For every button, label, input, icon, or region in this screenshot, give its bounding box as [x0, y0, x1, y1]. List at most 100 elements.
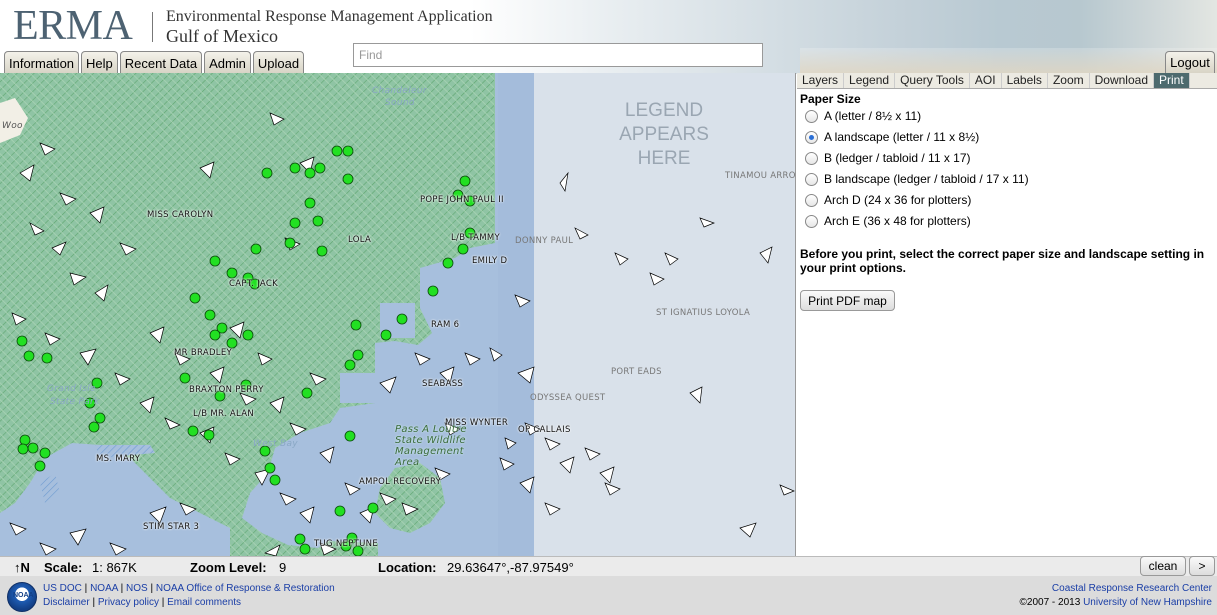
place-label: West Bay — [253, 439, 298, 449]
vessel-label: MISS CAROLYN — [147, 210, 214, 220]
vessel-label: LOLA — [348, 235, 372, 245]
option-label: Arch E (36 x 48 for plotters) — [824, 214, 971, 228]
erma-logo: ERMA — [13, 3, 133, 49]
link-crrc[interactable]: Coastal Response Research Center — [1052, 583, 1212, 594]
noaa-logo: NOAA — [7, 582, 37, 612]
place-label: Sound — [385, 98, 415, 108]
paper-option-b[interactable]: B (ledger / tabloid / 11 x 17) — [805, 151, 971, 165]
zoom-label: Zoom Level: — [190, 560, 267, 575]
vessel-label: MS. MARY — [96, 454, 141, 464]
tab-recent-data[interactable]: Recent Data — [119, 51, 203, 73]
tab-query-tools[interactable]: Query Tools — [895, 73, 970, 88]
main-nav: Information Help Recent Data Admin Uploa… — [4, 51, 305, 73]
tab-legend[interactable]: Legend — [844, 73, 896, 88]
vessel-label: STIM STAR 3 — [143, 522, 200, 532]
vessel-label: OP CALLAIS — [518, 425, 571, 435]
vessel-label: MR BRADLEY — [174, 348, 232, 358]
location-value: 29.63647°,-87.97549° — [447, 560, 574, 575]
scale-value: 1: 867K — [92, 560, 137, 575]
paper-option-a-landscape[interactable]: A landscape (letter / 11 x 8½) — [805, 130, 979, 144]
vessel-label: PORT EADS — [611, 367, 662, 377]
find-input[interactable] — [353, 43, 763, 67]
legend-placeholder: LEGEND APPEARS HERE — [619, 100, 709, 169]
place-label: Woo — [2, 121, 23, 131]
footer: NOAA US DOC | NOAA | NOS | NOAA Office o… — [0, 576, 1217, 615]
map-view[interactable]: LEGEND APPEARS HERE MISS CAROLYN LOLA PO… — [0, 73, 796, 556]
vessel-label: CAPT. JACK — [229, 279, 278, 289]
link-privacy[interactable]: Privacy policy — [98, 597, 159, 608]
footer-right-row2: ©2007 - 2013 University of New Hampshire — [1020, 597, 1212, 608]
vessel-label: SEABASS — [422, 379, 464, 389]
footer-links-row1: US DOC | NOAA | NOS | NOAA Office of Res… — [43, 583, 335, 594]
paper-option-arch-e[interactable]: Arch E (36 x 48 for plotters) — [805, 214, 971, 228]
vessel-label: L/B TAMMY — [451, 233, 501, 243]
vessel-label: TUG NEPTUNE — [314, 539, 378, 549]
option-label: B landscape (ledger / tabloid / 17 x 11) — [824, 172, 1029, 186]
location-label: Location: — [378, 560, 437, 575]
vessel-label: RAM 6 — [431, 320, 460, 330]
tab-download[interactable]: Download — [1090, 73, 1154, 88]
status-bar: ↑N Scale: 1: 867K Zoom Level: 9 Location… — [0, 556, 1217, 576]
vessel-label: ST IGNATIUS LOYOLA — [656, 308, 751, 318]
vessel-label: EMILY D — [472, 256, 508, 266]
paper-option-b-landscape[interactable]: B landscape (ledger / tabloid / 17 x 11) — [805, 172, 1029, 186]
tab-admin[interactable]: Admin — [204, 51, 251, 73]
link-noaa[interactable]: NOAA — [90, 583, 118, 594]
tab-print[interactable]: Print — [1154, 73, 1190, 88]
link-unh[interactable]: University of New Hampshire — [1083, 597, 1212, 608]
radio-a[interactable] — [805, 109, 818, 123]
radio-a-landscape[interactable] — [805, 130, 818, 144]
tab-help[interactable]: Help — [81, 51, 118, 73]
place-label: Chandeleur — [372, 86, 427, 96]
footer-links-row2: Disclaimer | Privacy policy | Email comm… — [43, 597, 242, 608]
vessel-label: ODYSSEA QUEST — [530, 393, 606, 403]
paper-option-arch-d[interactable]: Arch D (24 x 36 for plotters) — [805, 193, 971, 207]
link-us-doc[interactable]: US DOC — [43, 583, 82, 594]
app-subtitle: Gulf of Mexico — [166, 26, 278, 46]
tab-labels[interactable]: Labels — [1002, 73, 1048, 88]
scale-label: Scale: — [44, 560, 83, 575]
vessel-label: POPE JOHN PAUL II — [420, 195, 504, 205]
footer-right-row1: Coastal Response Research Center — [1052, 583, 1212, 594]
paper-size-title: Paper Size — [800, 92, 861, 106]
copyright: ©2007 - 2013 — [1019, 597, 1081, 608]
print-pdf-button[interactable]: Print PDF map — [800, 290, 895, 311]
tab-information[interactable]: Information — [4, 51, 80, 73]
radio-arch-e[interactable] — [805, 214, 818, 228]
zoom-value: 9 — [279, 560, 287, 575]
radio-b[interactable] — [805, 151, 818, 165]
north-arrow-icon: ↑N — [14, 560, 30, 575]
option-label: A (letter / 8½ x 11) — [824, 109, 922, 123]
link-noaa-orr[interactable]: NOAA Office of Response & Restoration — [156, 583, 335, 594]
option-label: A landscape (letter / 11 x 8½) — [824, 130, 980, 144]
logout-button[interactable]: Logout — [1165, 51, 1215, 73]
vessel-label: L/B MR. ALAN — [193, 409, 254, 419]
place-label: State Park — [50, 397, 100, 407]
logo-divider — [152, 12, 153, 42]
link-nos[interactable]: NOS — [126, 583, 148, 594]
radio-arch-d[interactable] — [805, 193, 818, 207]
link-email-comments[interactable]: Email comments — [167, 597, 241, 608]
place-label: Grand Isle — [47, 384, 96, 394]
radio-b-landscape[interactable] — [805, 172, 818, 186]
paper-option-a[interactable]: A (letter / 8½ x 11) — [805, 109, 921, 123]
vessel-label: TINAMOU ARRO — [725, 171, 796, 181]
option-label: Arch D (24 x 36 for plotters) — [824, 193, 972, 207]
place-label: Pass A Loutre State Wildlife Management … — [395, 424, 467, 468]
tab-layers[interactable]: Layers — [797, 73, 845, 88]
tab-zoom[interactable]: Zoom — [1048, 73, 1090, 88]
app-title: Environmental Response Management Applic… — [166, 8, 493, 25]
link-disclaimer[interactable]: Disclaimer — [43, 597, 90, 608]
print-instructions: Before you print, select the correct pap… — [800, 247, 1205, 275]
vessel-label: AMPOL RECOVERY — [359, 477, 442, 487]
option-label: B (ledger / tabloid / 11 x 17) — [824, 151, 971, 165]
vessel-label: DONNY PAUL — [515, 236, 574, 246]
header-banner: ERMA Environmental Response Management A… — [0, 0, 1217, 74]
clean-button[interactable]: clean — [1140, 556, 1186, 576]
next-button[interactable]: > — [1189, 556, 1215, 576]
tab-aoi[interactable]: AOI — [970, 73, 1002, 88]
header-beach-image — [800, 48, 1217, 74]
right-panel: Layers Legend Query Tools AOI Labels Zoo… — [797, 73, 1217, 556]
tab-upload[interactable]: Upload — [252, 51, 305, 73]
vessel-label: BRAXTON PERRY — [189, 385, 264, 395]
